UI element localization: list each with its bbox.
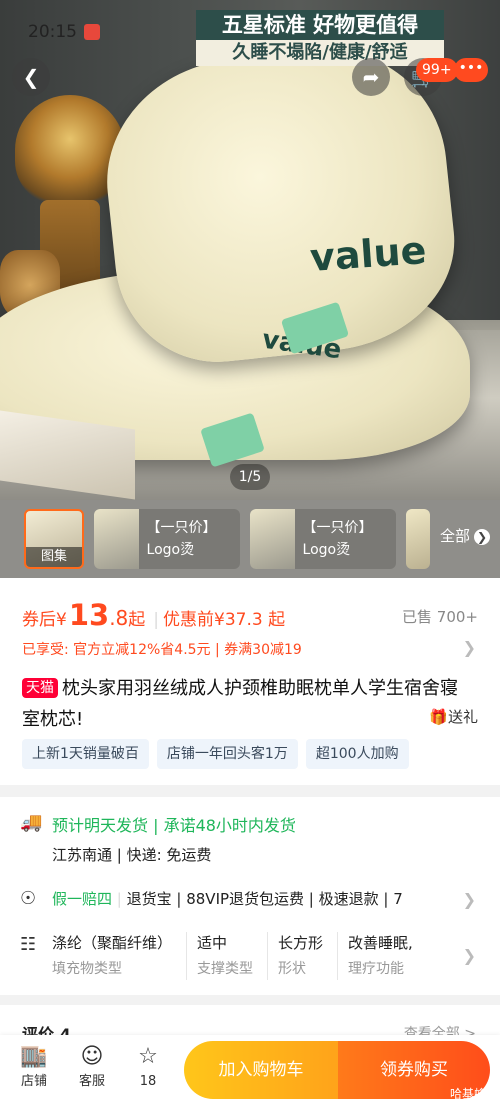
thumbnail-sku-2[interactable]: 【一只价】Logo烫 — [250, 509, 396, 569]
favorite-button[interactable]: ☆ 18 — [128, 1043, 168, 1093]
thumbnail-text: 【一只价】Logo烫 — [146, 520, 217, 558]
view-all-label: 全部 — [439, 527, 470, 545]
more-dots-icon: ••• — [458, 60, 484, 76]
pillow-logo-top: value — [308, 227, 428, 281]
share-icon: ➦ — [362, 65, 380, 89]
price-divider: | — [153, 610, 160, 630]
truck-icon: 🚚 — [20, 812, 43, 833]
share-button[interactable]: ➦ — [352, 58, 390, 96]
thumbnail-text: 【一只价】Logo烫 — [302, 520, 373, 558]
spec-item: 涤纶（聚酯纤维） 填充物类型 — [52, 932, 188, 980]
spec-icon: ☷ — [20, 934, 37, 955]
thumbnail-image — [94, 509, 139, 569]
spec-item: 长方形 形状 — [278, 932, 339, 980]
spec-value: 长方形 — [278, 934, 324, 952]
chip[interactable]: 店铺一年回头客1万 — [156, 739, 298, 769]
chevron-right-icon[interactable]: ❯ — [463, 890, 476, 909]
favorite-count: 18 — [139, 1074, 157, 1089]
promo-banner-sub: 久睡不塌陷/健康/舒适 — [196, 40, 444, 66]
shop-label: 店铺 — [20, 1074, 47, 1089]
thumbnail-image — [250, 509, 295, 569]
price-decimal: .8 — [109, 606, 129, 630]
shield-icon: ☉ — [20, 888, 37, 909]
cart-count-badge: 99+ — [416, 58, 458, 82]
price-currency: ¥ — [56, 610, 67, 630]
spec-item: 改善睡眠, 理疗功能 — [348, 932, 427, 980]
image-page-indicator: 1/5 — [230, 464, 270, 490]
spec-value: 涤纶（聚酯纤维） — [52, 934, 173, 952]
app-notification-icon — [84, 24, 100, 40]
tmall-badge: 天猫 — [22, 678, 58, 698]
back-button[interactable]: ❮ — [12, 58, 50, 96]
guarantee-row[interactable]: 假一赔四 | 退货宝 | 88VIP退货包运费 | 极速退款 | 7 — [52, 888, 462, 909]
price-prefix: 券后 — [22, 610, 56, 630]
shop-button[interactable]: 🏬 店铺 — [14, 1043, 54, 1093]
guarantee-items: 退货宝 | 88VIP退货包运费 | 极速退款 | 7 — [126, 890, 403, 908]
product-title: 天猫 枕头家用羽丝绒成人护颈椎助眠枕单人学生宿舍寝室枕芯! — [22, 673, 474, 735]
thumbnail-sku-1[interactable]: 【一只价】Logo烫 — [94, 509, 240, 569]
thumbnail-strip: 图集 【一只价】Logo烫 【一只价】Logo烫 — [0, 500, 500, 578]
shop-icon: 🏬 — [20, 1044, 48, 1069]
more-button[interactable]: ••• — [454, 58, 488, 82]
spec-item: 适中 支撑类型 — [197, 932, 269, 980]
guarantee-highlight: 假一赔四 — [52, 890, 113, 908]
view-all-button[interactable]: 全部 ❯ — [440, 527, 490, 545]
add-to-cart-button[interactable]: 加入购物车 — [184, 1041, 338, 1099]
shipping-sub: 江苏南通 | 快递: 免运费 — [52, 846, 212, 864]
guarantee-divider: | — [116, 890, 127, 908]
sold-count: 已售 700+ — [402, 608, 478, 626]
product-image[interactable]: value value 五星标准 好物更值得 久睡不塌陷/健康/舒适 20:15… — [0, 0, 500, 500]
spec-key: 形状 — [278, 961, 307, 977]
original-price: 优惠前¥37.3 起 — [163, 610, 286, 630]
status-time: 20:15 — [28, 22, 77, 42]
service-label: 客服 — [78, 1074, 105, 1089]
chat-face-icon: ☺ — [80, 1044, 104, 1069]
spec-key: 理疗功能 — [348, 961, 405, 977]
highlight-chips: 上新1天销量破百 店铺一年回头客1万 超100人加购 — [22, 739, 409, 769]
promo-info[interactable]: 已享受: 官方立减12%省4.5元 | 券满30减19 — [22, 639, 302, 659]
gift-label: 送礼 — [447, 708, 478, 726]
gift-icon: 🎁 — [429, 708, 448, 726]
price-row: 券后 ¥ 13 .8 起 | 优惠前¥37.3 起 — [22, 598, 285, 632]
spec-value: 改善睡眠, — [348, 934, 413, 952]
spec-row[interactable]: 涤纶（聚酯纤维） 填充物类型 适中 支撑类型 长方形 形状 改善睡眠, 理疗功能 — [52, 932, 437, 980]
gift-button[interactable]: 🎁送礼 — [429, 706, 478, 727]
price-suffix: 起 — [128, 610, 146, 630]
chip[interactable]: 超100人加购 — [305, 739, 409, 769]
title-text: 枕头家用羽丝绒成人护颈椎助眠枕单人学生宿舍寝室枕芯! — [22, 678, 458, 730]
thumbnail-label: 图集 — [26, 547, 82, 567]
chevron-right-icon[interactable]: ❯ — [463, 638, 476, 657]
star-icon: ☆ — [138, 1044, 158, 1069]
spec-key: 填充物类型 — [52, 961, 122, 977]
chip[interactable]: 上新1天销量破百 — [22, 739, 149, 769]
chevron-right-icon[interactable]: ❯ — [463, 946, 476, 965]
spec-value: 适中 — [197, 934, 228, 952]
thumbnail-sku-3[interactable] — [406, 509, 430, 569]
chevron-left-icon: ❮ — [22, 65, 40, 89]
spec-key: 支撑类型 — [197, 961, 254, 977]
promo-banner: 五星标准 好物更值得 — [196, 10, 444, 40]
thumbnail-gallery[interactable]: 图集 — [24, 509, 84, 569]
watermark: 哈基蜂 — [449, 1087, 486, 1101]
price-integer: 13 — [68, 598, 110, 632]
shipping-info[interactable]: 预计明天发货 | 承诺48小时内发货 — [52, 812, 296, 836]
chevron-right-icon: ❯ — [474, 529, 490, 545]
service-button[interactable]: ☺ 客服 — [72, 1043, 112, 1093]
